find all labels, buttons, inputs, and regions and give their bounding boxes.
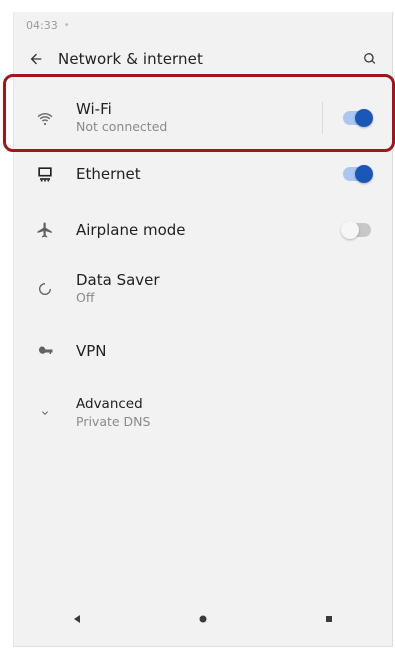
airplane-toggle-knob: [341, 221, 359, 239]
wifi-icon-wrap: [14, 90, 76, 146]
advanced-right: [322, 382, 392, 444]
page-title: Network & internet: [58, 50, 203, 68]
ethernet-title: Ethernet: [76, 165, 141, 183]
airplane-toggle-area[interactable]: [322, 202, 392, 258]
vpn-title: VPN: [76, 342, 107, 360]
wifi-title: Wi-Fi: [76, 100, 112, 118]
airplane-toggle[interactable]: [341, 221, 371, 239]
phone-screen: 04:33 • Network & internet Wi-Fi Not con…: [13, 12, 393, 646]
arrow-left-icon: [28, 51, 44, 67]
status-time: 04:33: [26, 18, 58, 32]
airplane-icon: [36, 221, 54, 239]
status-bar: 04:33 •: [14, 12, 392, 38]
wifi-subtitle: Not connected: [76, 119, 168, 134]
ethernet-icon-wrap: [14, 146, 76, 202]
ethernet-text: Ethernet: [76, 165, 322, 183]
wifi-toggle[interactable]: [343, 109, 373, 127]
advanced-title: Advanced: [76, 396, 143, 412]
airplane-text: Airplane mode: [76, 221, 322, 239]
data-saver-title: Data Saver: [76, 271, 160, 289]
list-item-airplane[interactable]: Airplane mode: [14, 202, 392, 258]
nav-home-icon: [197, 613, 209, 625]
wifi-toggle-knob: [355, 109, 373, 127]
system-navigation-bar: [14, 592, 392, 646]
top-app-bar: Network & internet: [14, 38, 392, 80]
vpn-text: VPN: [76, 342, 322, 360]
advanced-text: Advanced Private DNS: [76, 395, 322, 431]
wifi-icon: [36, 109, 54, 127]
list-item-advanced[interactable]: Advanced Private DNS: [14, 382, 392, 444]
advanced-icon-wrap: [14, 382, 76, 444]
nav-recents-icon: [323, 613, 335, 625]
settings-list: Wi-Fi Not connected Ethernet Airplane mo…: [14, 90, 392, 444]
ethernet-icon: [35, 164, 55, 184]
wifi-text: Wi-Fi Not connected: [76, 100, 322, 136]
status-dot-icon: •: [63, 19, 70, 31]
wifi-divider: [322, 102, 323, 134]
airplane-title: Airplane mode: [76, 221, 186, 239]
nav-back-icon: [71, 613, 83, 625]
page: 04:33 • Network & internet Wi-Fi Not con…: [0, 0, 395, 649]
data-saver-text: Data Saver Off: [76, 271, 322, 307]
search-icon: [363, 52, 377, 66]
nav-back-button[interactable]: [47, 592, 107, 646]
list-item-vpn[interactable]: VPN: [14, 320, 392, 382]
vpn-right: [322, 320, 392, 382]
list-item-wifi[interactable]: Wi-Fi Not connected: [14, 90, 392, 146]
data-saver-icon: [37, 281, 53, 297]
back-button[interactable]: [14, 38, 58, 80]
search-button[interactable]: [348, 38, 392, 80]
chevron-down-icon: [39, 407, 51, 419]
airplane-icon-wrap: [14, 202, 76, 258]
wifi-toggle-area[interactable]: [322, 90, 392, 146]
list-item-data-saver[interactable]: Data Saver Off: [14, 258, 392, 320]
ethernet-toggle[interactable]: [343, 165, 373, 183]
vpn-key-icon: [36, 342, 54, 360]
nav-recents-button[interactable]: [299, 592, 359, 646]
list-item-ethernet[interactable]: Ethernet: [14, 146, 392, 202]
advanced-subtitle: Private DNS: [76, 414, 151, 429]
ethernet-toggle-knob: [355, 165, 373, 183]
data-saver-icon-wrap: [14, 258, 76, 320]
data-saver-subtitle: Off: [76, 290, 95, 305]
data-saver-right: [322, 258, 392, 320]
vpn-icon-wrap: [14, 320, 76, 382]
ethernet-toggle-area[interactable]: [322, 146, 392, 202]
nav-home-button[interactable]: [173, 592, 233, 646]
